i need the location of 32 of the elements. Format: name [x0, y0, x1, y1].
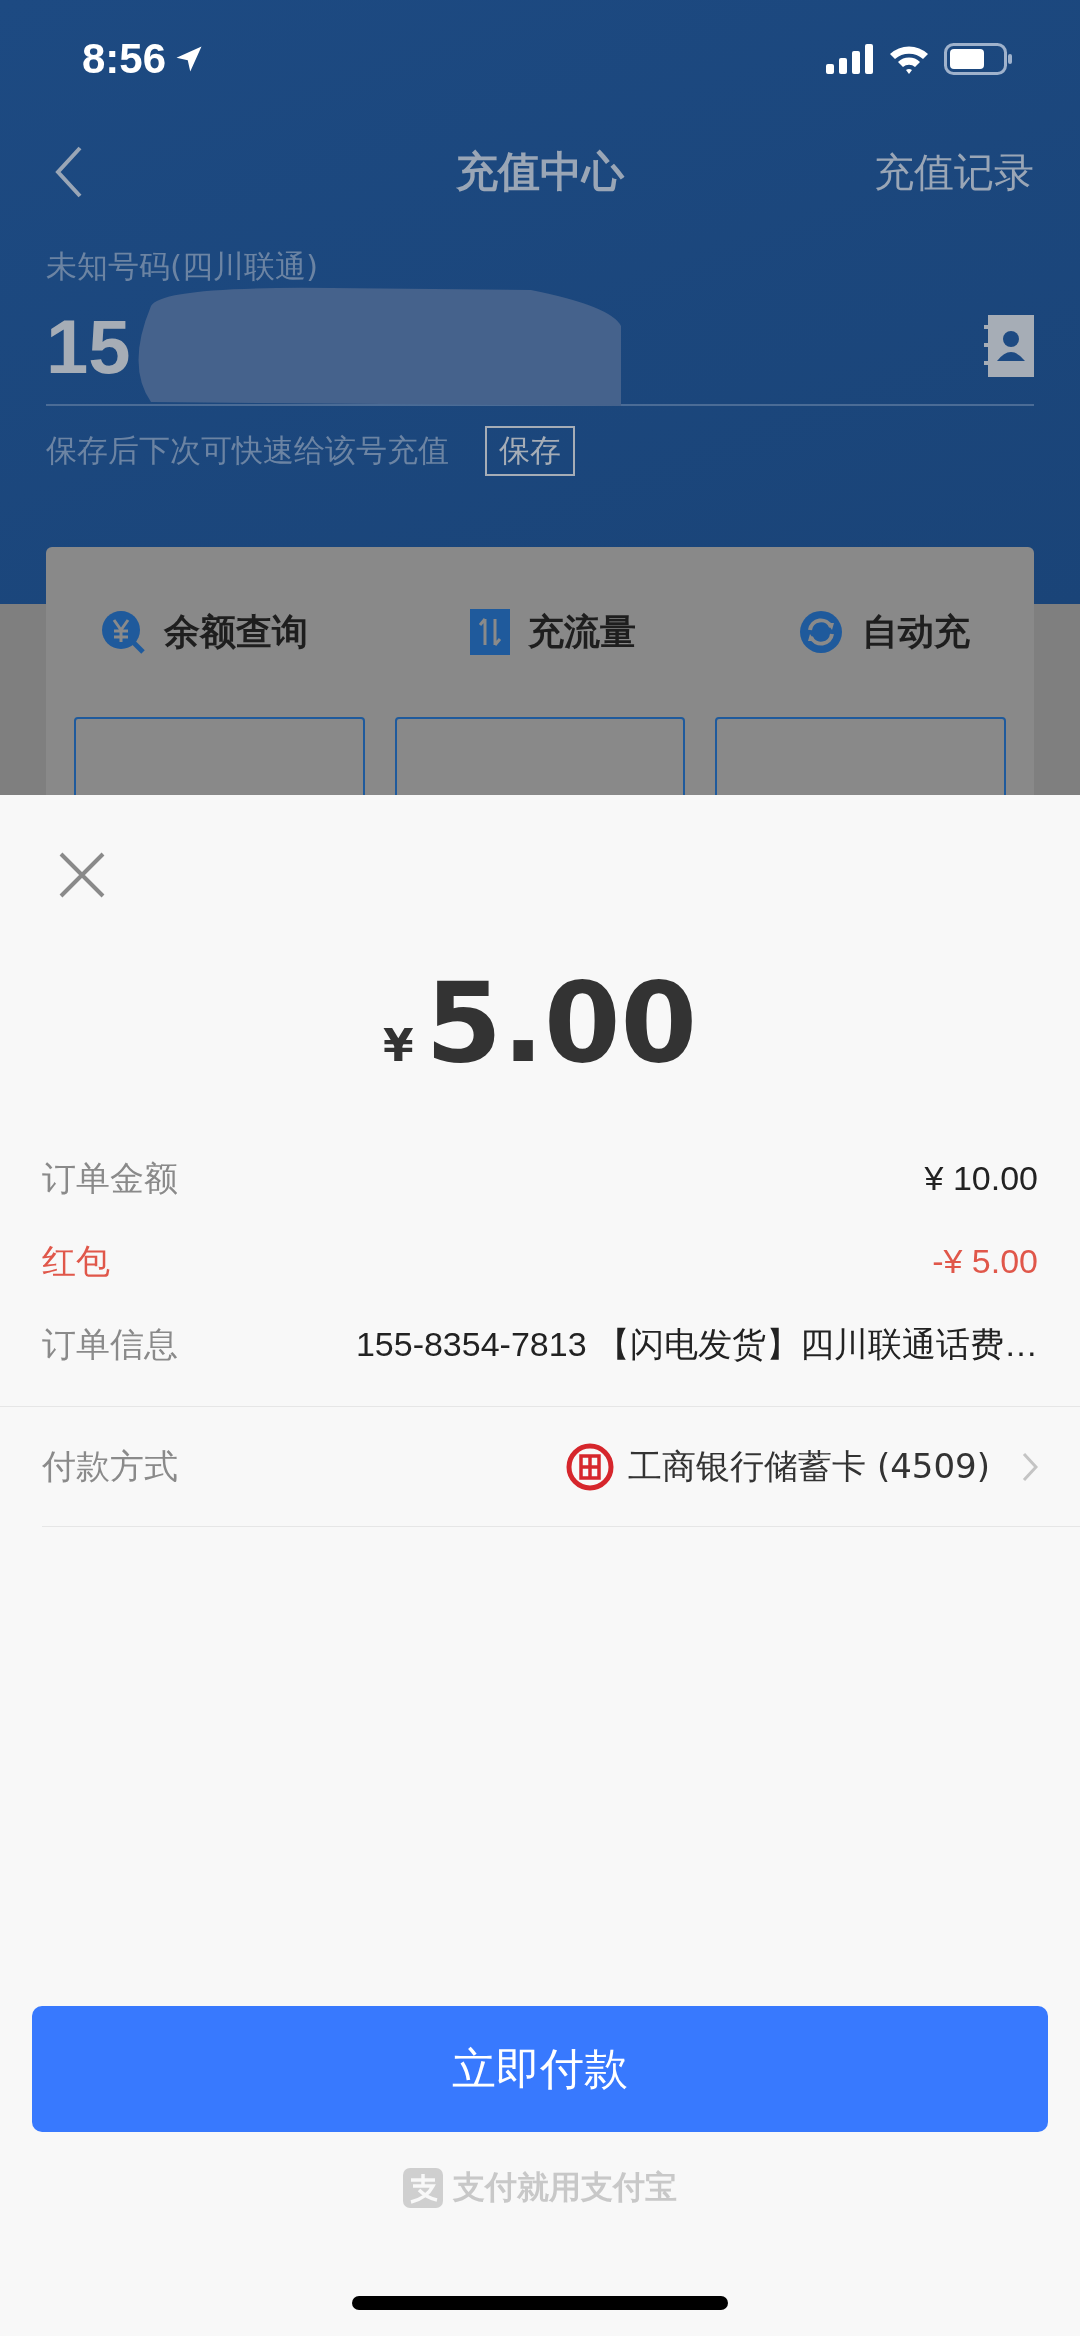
refresh-icon	[798, 609, 844, 655]
wifi-icon	[888, 44, 930, 74]
feature-tab[interactable]: 余额查询	[94, 606, 314, 658]
arrows-icon	[470, 609, 510, 655]
row-label: 订单金额	[42, 1156, 178, 1200]
chevron-right-icon	[1022, 1452, 1038, 1482]
row-label: 订单信息	[42, 1322, 178, 1366]
feature-tab[interactable]: 充流量	[464, 606, 642, 658]
bank-card-name: 工商银行储蓄卡 (4509)	[628, 1445, 990, 1488]
payment-method-row[interactable]: 付款方式 工商银行储蓄卡 (4509)	[0, 1406, 1080, 1527]
alipay-logo-icon	[403, 2168, 443, 2208]
save-hint: 保存后下次可快速给该号充值	[46, 431, 449, 470]
contacts-icon[interactable]	[984, 315, 1034, 377]
carrier-label: 未知号码(四川联通)	[46, 247, 320, 286]
page-title: 充值中心	[456, 146, 624, 198]
pay-now-button[interactable]: 立即付款	[32, 2006, 1048, 2132]
signal-icon	[826, 44, 874, 74]
save-button[interactable]: 保存	[485, 426, 575, 476]
close-button[interactable]	[58, 851, 106, 899]
bank-logo-icon	[566, 1443, 615, 1491]
phone-number-field[interactable]: 15	[46, 302, 131, 390]
battery-icon	[944, 43, 1014, 75]
row-value: 155-8354-7813 【闪电发货】四川联通话费…	[355, 1323, 1038, 1365]
feature-tab[interactable]: 自动充	[792, 606, 976, 658]
row-label: 红包	[42, 1239, 110, 1283]
payment-amount: ¥5.00	[383, 959, 697, 1087]
yuan-search-icon	[100, 609, 146, 655]
row-value: ¥ 10.00	[924, 1159, 1038, 1198]
row-value: -¥ 5.00	[932, 1242, 1038, 1281]
status-time: 8:56	[82, 35, 167, 83]
recharge-history-link[interactable]: 充值记录	[874, 144, 1034, 200]
row-label: 付款方式	[42, 1445, 178, 1488]
